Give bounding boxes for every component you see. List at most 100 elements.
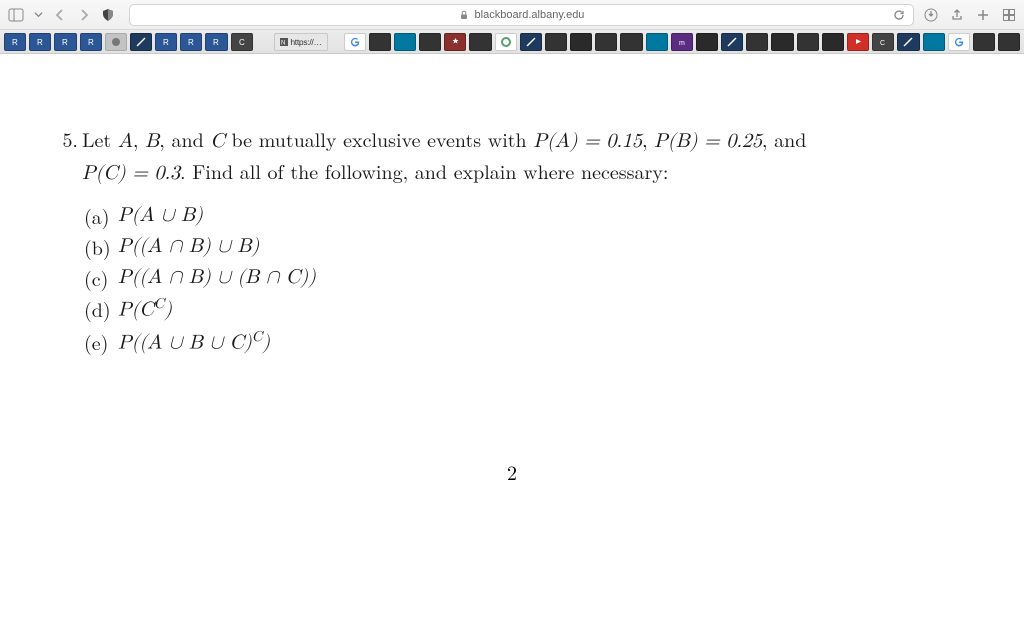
- stem-prob: P(C) = 0.3: [82, 163, 180, 183]
- bookmark-item[interactable]: R: [54, 33, 76, 51]
- bookmark-item[interactable]: C: [872, 33, 894, 51]
- bookmark-item[interactable]: [105, 33, 127, 51]
- forward-button[interactable]: [77, 8, 91, 22]
- stem-prob: P(A) = 0.15: [533, 131, 642, 151]
- bookmark-item[interactable]: [822, 33, 844, 51]
- question-number: 5.: [56, 124, 82, 358]
- browser-toolbar: blackboard.albany.edu: [0, 0, 1024, 30]
- stem-text: ,: [642, 124, 654, 153]
- bookmark-item[interactable]: [923, 33, 945, 51]
- svg-text:C: C: [239, 38, 245, 47]
- question-stem: Let A, B, and C be mutually exclusive ev…: [82, 124, 836, 358]
- download-icon[interactable]: [924, 8, 938, 22]
- bookmark-item[interactable]: [344, 33, 366, 51]
- expr-base: P((A ∪ B ∪ C): [118, 332, 252, 352]
- bookmark-https[interactable]: N https://…: [274, 33, 328, 51]
- subpart-expr: P((A ∪ B ∪ C)C): [118, 326, 270, 359]
- svg-text:R: R: [188, 38, 194, 47]
- svg-text:N: N: [281, 40, 285, 46]
- bookmark-item[interactable]: C: [231, 33, 253, 51]
- stem-text: ,: [133, 124, 145, 153]
- bookmarks-bar: R R R R R R R C N https://… m C: [0, 30, 1024, 54]
- nav-cluster: [8, 8, 91, 22]
- subpart-c: (c) P((A ∩ B) ∪ (B ∩ C)): [84, 262, 836, 293]
- svg-text:R: R: [213, 38, 219, 47]
- expr-sup: C: [252, 329, 262, 344]
- bookmark-item[interactable]: R: [4, 33, 26, 51]
- svg-text:R: R: [12, 38, 18, 47]
- document-page: 5. Let A, B, and C be mutually exclusive…: [0, 54, 1024, 640]
- svg-text:R: R: [88, 38, 94, 47]
- back-button[interactable]: [53, 8, 67, 22]
- subpart-label: (a): [84, 200, 118, 231]
- bookmark-item[interactable]: [495, 33, 517, 51]
- svg-text:C: C: [880, 40, 885, 46]
- lock-icon: [459, 10, 469, 20]
- bookmark-item[interactable]: R: [155, 33, 177, 51]
- stem-text: . Find all of the following, and explain…: [180, 156, 668, 185]
- tabs-icon[interactable]: [1002, 8, 1016, 22]
- bookmark-item[interactable]: [130, 33, 152, 51]
- bookmark-item[interactable]: [545, 33, 567, 51]
- bookmark-item[interactable]: [771, 33, 793, 51]
- shield-icon[interactable]: [101, 8, 115, 22]
- bookmark-item[interactable]: R: [29, 33, 51, 51]
- stem-text: Let: [82, 124, 118, 153]
- new-tab-icon[interactable]: [976, 8, 990, 22]
- subpart-expr: P(CC): [118, 293, 172, 326]
- expr-close: ): [164, 300, 172, 320]
- stem-var: A: [118, 131, 133, 151]
- bookmark-item[interactable]: [797, 33, 819, 51]
- stem-prob: P(B) = 0.25: [654, 131, 762, 151]
- subpart-e: (e) P((A ∪ B ∪ C)C): [84, 326, 836, 359]
- sidebar-toggle-icon[interactable]: [8, 8, 24, 22]
- subpart-expr: P((A ∩ B) ∪ B): [118, 231, 259, 262]
- subpart-label: (e): [84, 326, 118, 359]
- svg-text:R: R: [62, 38, 68, 47]
- bookmark-item[interactable]: R: [205, 33, 227, 51]
- bookmark-item[interactable]: [998, 33, 1020, 51]
- bookmark-item[interactable]: [948, 33, 970, 51]
- bookmark-item[interactable]: [419, 33, 441, 51]
- subpart-expr: P((A ∩ B) ∪ (B ∩ C)): [118, 262, 316, 293]
- bookmark-item[interactable]: [897, 33, 919, 51]
- subpart-a: (a) P(A ∪ B): [84, 200, 836, 231]
- bookmark-item[interactable]: [520, 33, 542, 51]
- bookmark-item[interactable]: [444, 33, 466, 51]
- stem-text: , and: [762, 124, 806, 153]
- bookmark-item[interactable]: [570, 33, 592, 51]
- bookmark-item[interactable]: [696, 33, 718, 51]
- bookmark-item[interactable]: R: [180, 33, 202, 51]
- bookmark-item[interactable]: [973, 33, 995, 51]
- subpart-d: (d) P(CC): [84, 293, 836, 326]
- share-icon[interactable]: [950, 8, 964, 22]
- chevron-down-icon[interactable]: [34, 10, 43, 19]
- bookmark-item[interactable]: [620, 33, 642, 51]
- reload-icon[interactable]: [893, 9, 905, 21]
- subpart-label: (d): [84, 293, 118, 326]
- toolbar-right: [924, 8, 1016, 22]
- bookmark-item[interactable]: [394, 33, 416, 51]
- page-number: 2: [0, 457, 1024, 486]
- bookmark-item[interactable]: [469, 33, 491, 51]
- bookmark-item[interactable]: R: [80, 33, 102, 51]
- svg-text:R: R: [163, 38, 169, 47]
- bookmark-item[interactable]: [369, 33, 391, 51]
- stem-text: , and: [159, 124, 210, 153]
- bookmark-item[interactable]: [746, 33, 768, 51]
- expr-sup: C: [154, 296, 164, 311]
- bookmark-item[interactable]: [595, 33, 617, 51]
- address-bar[interactable]: blackboard.albany.edu: [129, 4, 914, 26]
- stem-text: be mutually exclusive events with: [225, 124, 534, 153]
- svg-text:R: R: [37, 38, 43, 47]
- expr-close: ): [262, 332, 270, 352]
- subpart-b: (b) P((A ∩ B) ∪ B): [84, 231, 836, 262]
- bookmark-item[interactable]: m: [671, 33, 693, 51]
- bookmark-item[interactable]: [721, 33, 743, 51]
- bookmark-item[interactable]: [847, 33, 869, 51]
- subparts: (a) P(A ∪ B) (b) P((A ∩ B) ∪ B) (c) P((A…: [82, 200, 836, 358]
- svg-text:m: m: [679, 40, 685, 46]
- url-text: blackboard.albany.edu: [475, 9, 585, 21]
- stem-var: C: [210, 131, 224, 151]
- bookmark-item[interactable]: [646, 33, 668, 51]
